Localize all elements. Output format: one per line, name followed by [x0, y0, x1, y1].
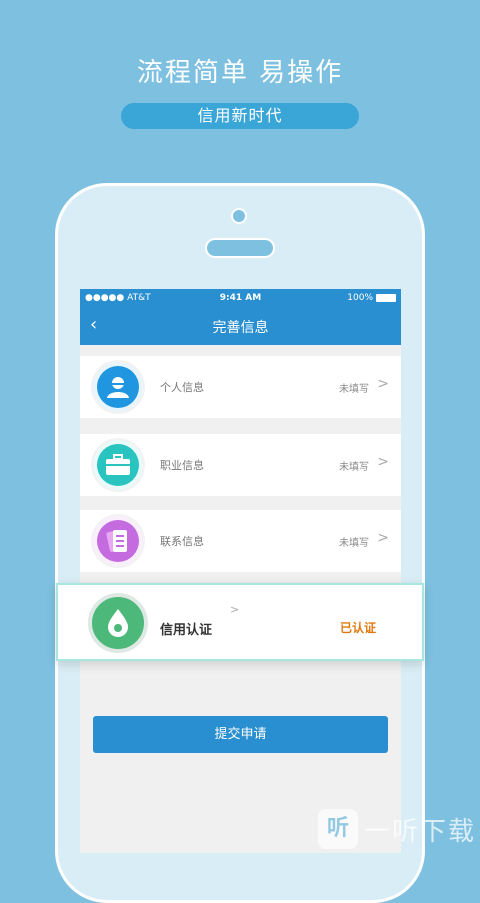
battery-label: 100% [347, 293, 373, 303]
list-item-personal[interactable]: 个人信息 未填写 > [80, 356, 401, 418]
briefcase-icon [93, 440, 143, 490]
promo-headline: 流程简单 易操作 [136, 58, 344, 88]
list-item-career[interactable]: 职业信息 未填写 > [80, 434, 401, 496]
row-status: 未填写 [339, 538, 369, 549]
chevron-right-icon: > [377, 454, 389, 470]
promo-pill: 信用新时代 [121, 103, 359, 129]
verified-status: 已认证 [340, 621, 377, 635]
watermark-text: 一听下载 [364, 816, 477, 847]
status-bar: ●●●●● AT&T 9:41 AM 100% [80, 289, 401, 307]
row-label: 联系信息 [160, 535, 204, 548]
phone-screen: ●●●●● AT&T 9:41 AM 100% ‹ 完善信息 个人信息 未填写 … [80, 289, 401, 853]
watermark: 听 一听下载 [318, 808, 476, 850]
contact-book-icon [93, 516, 143, 566]
row-label: 个人信息 [160, 381, 204, 394]
page-title: 完善信息 [212, 320, 269, 336]
speaker-icon [205, 238, 275, 258]
row-label: 职业信息 [160, 459, 204, 472]
watermark-logo: 听 [318, 809, 358, 849]
chevron-right-icon: > [377, 376, 389, 392]
row-status: 未填写 [339, 462, 369, 473]
submit-button[interactable]: 提交申请 [93, 716, 388, 753]
chevron-right-icon: > [230, 603, 240, 616]
list-item-contact[interactable]: 联系信息 未填写 > [80, 510, 401, 572]
credit-verification-card[interactable]: 信用认证 > 已认证 [56, 583, 424, 661]
battery-icon [376, 294, 396, 302]
row-status: 未填写 [339, 384, 369, 395]
chevron-right-icon: > [377, 530, 389, 546]
battery-group: 100% [347, 289, 396, 307]
camera-icon [231, 208, 247, 224]
person-icon [93, 362, 143, 412]
drop-icon [88, 593, 148, 653]
nav-bar: ‹ 完善信息 [80, 307, 401, 345]
card-label: 信用认证 [160, 623, 213, 638]
